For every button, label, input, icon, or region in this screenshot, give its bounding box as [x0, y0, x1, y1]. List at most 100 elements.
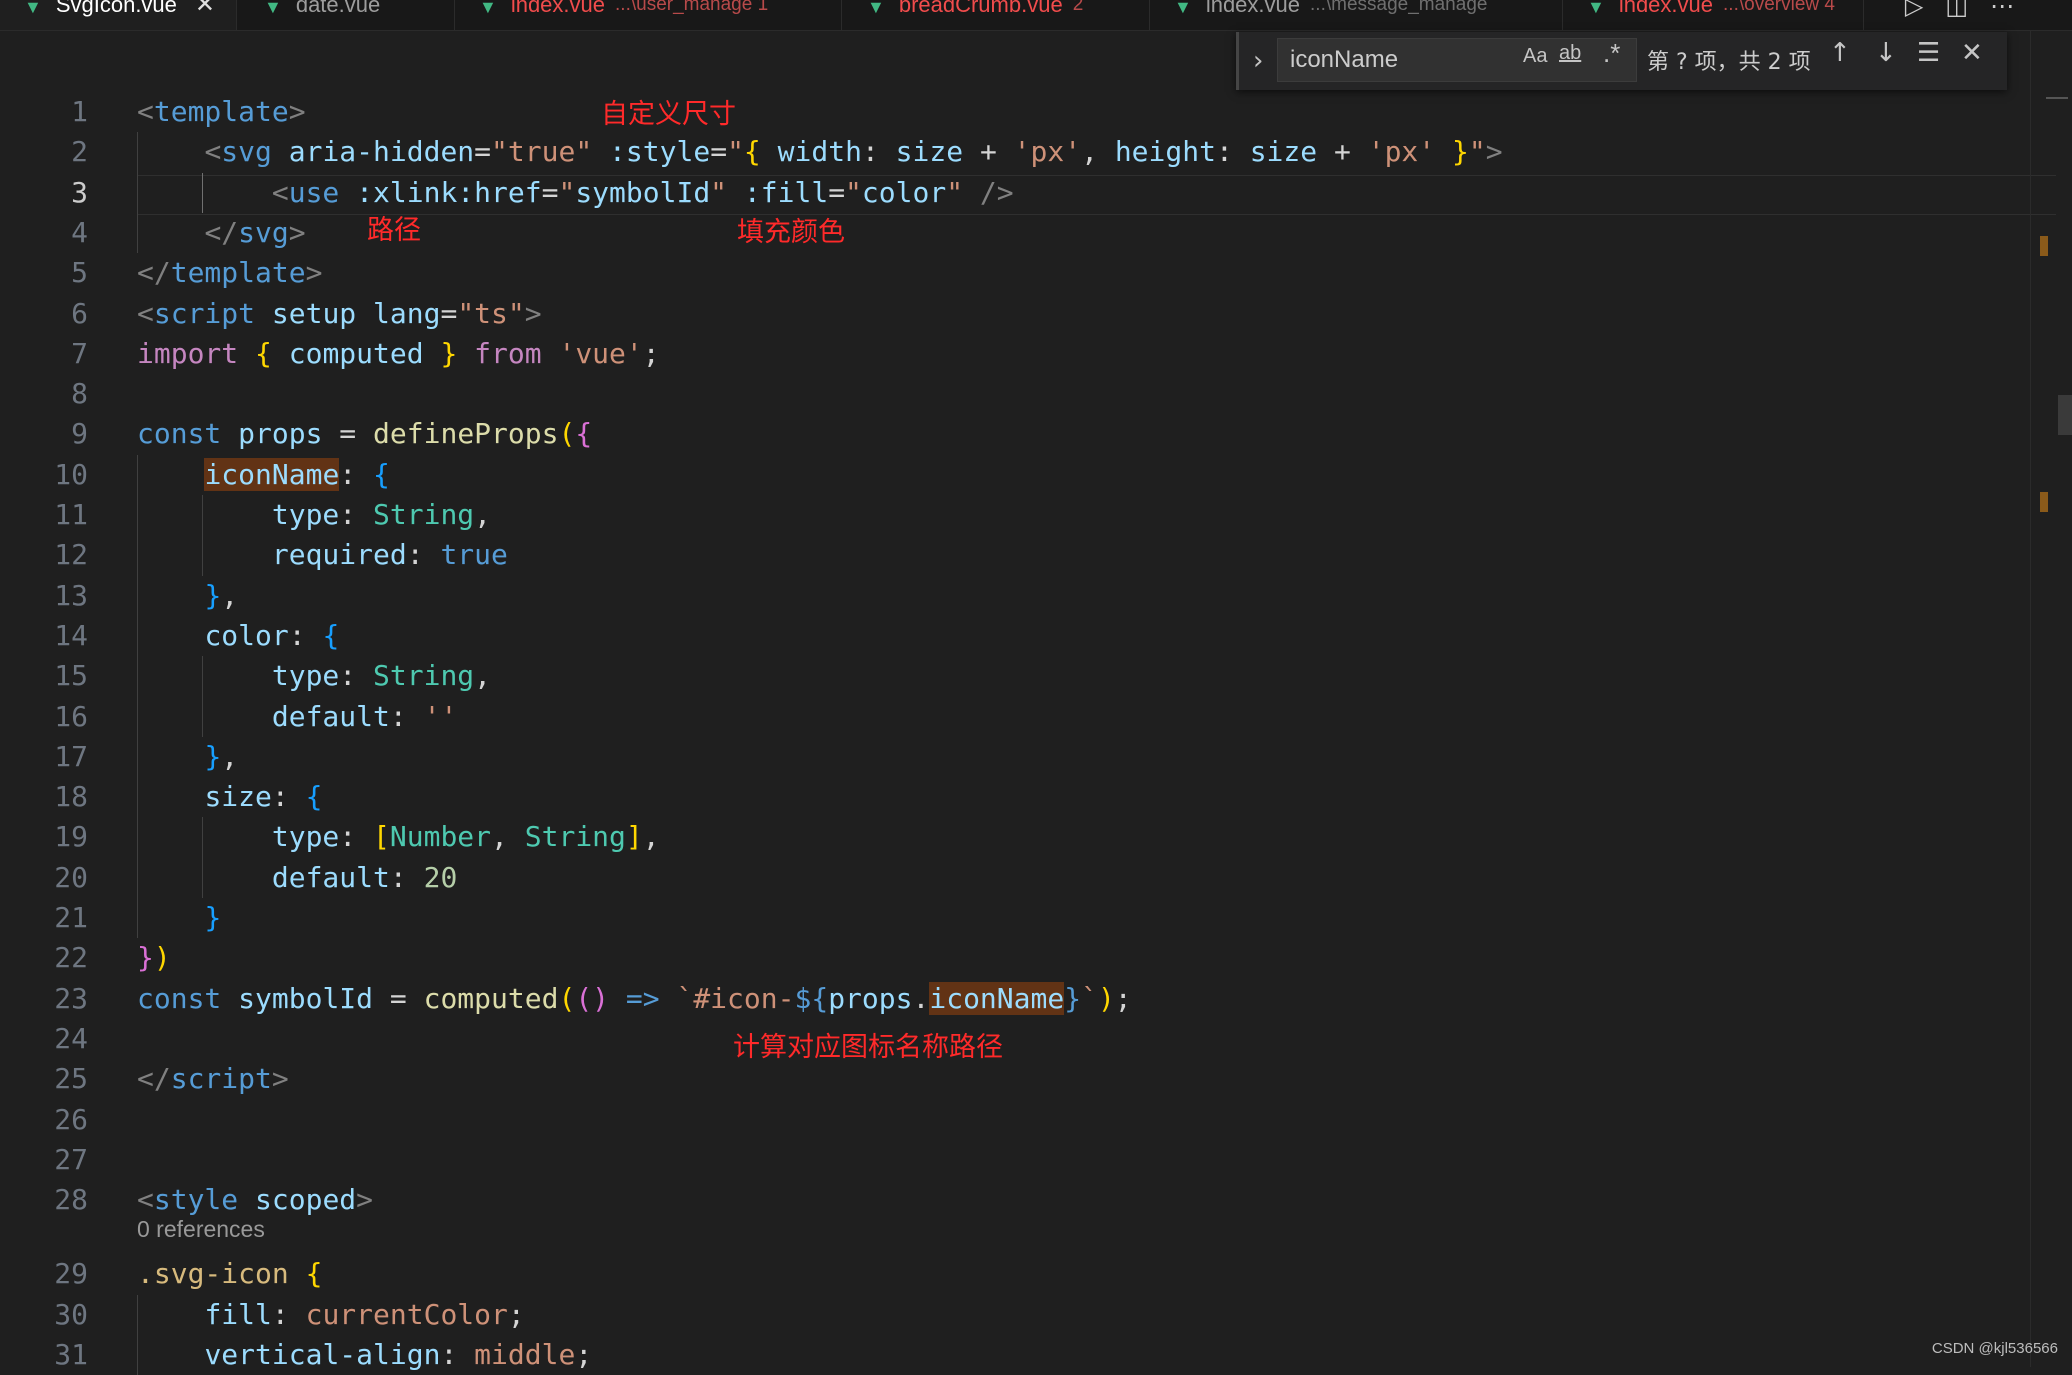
line-number: 5 [71, 256, 88, 290]
code-token: 'px' [1013, 135, 1082, 169]
code-token: symbolId [575, 175, 711, 209]
code-token: </ [204, 215, 239, 249]
tab-index-vue[interactable]: ▼ index.vue ...\message_manage [1150, 0, 1563, 30]
regex-icon[interactable]: .* [1603, 38, 1620, 69]
code-line[interactable]: color: { [137, 616, 339, 656]
code-line[interactable]: }, [137, 576, 238, 616]
code-token: = [440, 296, 458, 330]
code-line[interactable]: <use :xlink:href="symbolId" :fill="color… [137, 173, 1014, 213]
tab-index-vue[interactable]: ▼ index.vue ...\user_manage 1 [455, 0, 842, 30]
run-icon[interactable]: ▷ [1905, 0, 1945, 20]
editor-overview-ruler[interactable] [2030, 30, 2057, 1367]
vertical-scrollbar-thumb[interactable] [2058, 395, 2072, 435]
line-number: 28 [54, 1183, 88, 1217]
code-line[interactable]: fill: currentColor; [137, 1295, 525, 1335]
code-line[interactable]: <script setup lang="ts"> [137, 294, 542, 334]
line-number: 12 [54, 538, 88, 572]
previous-match-arrow-up-icon[interactable]: ↑ [1829, 38, 1851, 68]
code-token: default [271, 699, 390, 733]
code-token: = [373, 981, 424, 1015]
find-input[interactable]: iconName [1277, 38, 1637, 82]
code-token: ( [575, 981, 593, 1015]
code-line[interactable]: </template> [137, 253, 322, 293]
code-token: vertical-align [204, 1338, 441, 1371]
overview-ruler-cursor-mark [2046, 97, 2068, 99]
close-find-icon[interactable]: ✕ [1961, 38, 1983, 68]
code-token: ; [507, 1297, 525, 1331]
code-token: ; [642, 336, 660, 370]
code-line[interactable]: vertical-align: middle; [137, 1335, 592, 1375]
whole-word-icon[interactable]: ab [1559, 42, 1581, 65]
code-token: ) [592, 981, 610, 1015]
line-number: 4 [71, 215, 88, 249]
code-line[interactable]: required: true [137, 535, 508, 575]
match-case-icon[interactable]: Aa [1523, 45, 1547, 68]
editor-tab-bar: ▷◫⋯ ▼ SvgIcon.vue ✕ ▼ date.vue ▼ index.vue ...\… [0, 0, 2072, 31]
split-editor-icon[interactable]: ◫ [1945, 0, 1990, 20]
code-line[interactable]: type: [Number, String], [137, 817, 660, 857]
indent-guide [202, 817, 204, 898]
close-tab-icon[interactable]: ✕ [195, 0, 215, 17]
code-line[interactable]: iconName: { [137, 455, 390, 495]
more-actions-icon[interactable]: ⋯ [1990, 0, 2036, 20]
code-token: String [373, 659, 475, 693]
toggle-replace-chevron-icon[interactable]: › [1253, 46, 1263, 76]
code-token: { [322, 618, 340, 652]
code-token: :xlink:href [356, 175, 542, 209]
code-line[interactable]: </script> [137, 1059, 289, 1099]
tab-path: ...\message_manage [1310, 0, 1488, 15]
code-token: : [339, 457, 374, 491]
line-number: 30 [54, 1297, 88, 1331]
code-token: } [204, 901, 222, 934]
line-number: 3 [71, 175, 88, 209]
code-token: . [912, 981, 930, 1015]
code-line[interactable]: </svg> [137, 213, 305, 253]
code-token: : [440, 1338, 475, 1371]
code-line[interactable]: <svg aria-hidden="true" :style="{ width:… [137, 132, 1502, 172]
code-token: required [271, 538, 407, 572]
code-line[interactable]: const symbolId = computed(() => `#icon-$… [137, 979, 1132, 1019]
code-line[interactable]: size: { [137, 777, 322, 817]
code-line[interactable]: type: String, [137, 495, 491, 535]
code-line[interactable]: <style scoped> [137, 1180, 373, 1220]
tab-label: date.vue [295, 0, 381, 17]
code-line[interactable]: } [137, 898, 221, 938]
code-token: type [271, 659, 340, 693]
code-token: < [137, 1183, 154, 1217]
code-token: { [305, 1257, 323, 1291]
find-in-selection-icon[interactable]: ☰ [1917, 38, 1940, 68]
code-token: color [861, 175, 947, 209]
tab-breadcrumb-vue[interactable]: ▼ breadCrumb.vue 2 [843, 0, 1150, 30]
tab-label: breadCrumb.vue [898, 0, 1063, 17]
line-number: 10 [54, 457, 88, 491]
code-line[interactable]: default: 20 [137, 858, 457, 898]
code-line[interactable]: default: '' [137, 697, 457, 737]
code-token: :style [609, 135, 711, 169]
line-number: 24 [54, 1021, 88, 1055]
code-line[interactable]: type: String, [137, 656, 491, 696]
tab-index-vue[interactable]: ▼ index.vue ...\overview 4 [1563, 0, 1864, 30]
code-line[interactable]: const props = defineProps({ [137, 414, 592, 454]
code-token: template [170, 256, 306, 290]
next-match-arrow-down-icon[interactable]: ↓ [1875, 38, 1897, 68]
codelens-references[interactable]: 0 references [137, 1216, 265, 1243]
tab-date-vue[interactable]: ▼ date.vue [240, 0, 455, 30]
code-token: : [271, 780, 306, 814]
code-line[interactable]: }, [137, 737, 238, 777]
code-line[interactable]: <template> [137, 92, 306, 132]
code-line[interactable]: }) [137, 938, 171, 978]
code-token: > [524, 296, 542, 330]
code-line[interactable]: import { computed } from 'vue'; [137, 334, 660, 374]
code-token: : [406, 538, 441, 572]
tab-svgicon-vue[interactable]: ▼ SvgIcon.vue ✕ [0, 0, 237, 30]
find-widget: › iconName Aa ab .* 第 ? 项，共 2 项 ↑ ↓ ☰ ✕ [1236, 32, 2007, 90]
code-token: > [288, 95, 306, 128]
code-token: , [491, 820, 525, 854]
code-line[interactable]: .svg-icon { [137, 1254, 322, 1294]
code-token: lang [373, 296, 441, 330]
code-token: '' [423, 699, 458, 733]
